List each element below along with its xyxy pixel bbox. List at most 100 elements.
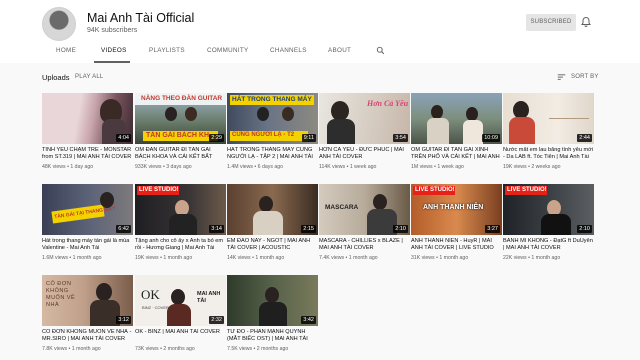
video-duration: 10:09 [482, 134, 500, 142]
video-meta: 22K views • 1 month ago [503, 255, 561, 261]
video-views: 22K views [503, 255, 527, 261]
tab-home[interactable]: HOME [56, 47, 76, 54]
video-thumbnail[interactable]: LIVE STUDIO! 2:10 [503, 184, 594, 235]
video-thumbnail[interactable]: CÔ ĐƠN KHÔNG MUỐN VỀ NHÀ 3:12 [42, 275, 133, 326]
video-card[interactable]: OK BINZ · COVER MAI ANH TÀI 2:32 OK - BI… [135, 275, 226, 360]
subscribed-button[interactable]: SUBSCRIBED [526, 14, 576, 31]
video-card[interactable]: CÔ ĐƠN KHÔNG MUỐN VỀ NHÀ 3:12 CÔ ĐƠN KHÔ… [42, 275, 133, 360]
tab-community[interactable]: COMMUNITY [207, 47, 249, 54]
video-views: 19K views [503, 164, 527, 170]
video-thumbnail[interactable]: NÀNG THEO ĐÀN GUITAR TÁN GÁI BÁCH KH 2:2… [135, 93, 226, 144]
video-duration: 2:10 [577, 225, 592, 233]
video-title[interactable]: BÁNH MÌ KHÔNG - ĐạtG ft DuUyên | MAI ANH… [503, 238, 594, 252]
tab-videos[interactable]: VIDEOS [101, 47, 127, 54]
thumbnail-caption: CÙNG NGƯỜI LẠ - T2 [232, 132, 295, 138]
video-card[interactable]: 2:44 Nước mắt em lau bằng tình yêu mới -… [503, 93, 594, 178]
video-meta: 31K views • 1 month ago [411, 255, 469, 261]
video-age: 1 day ago [70, 164, 94, 170]
video-age: 2 weeks ago [531, 164, 561, 170]
video-meta: 933K views • 3 days ago [135, 164, 192, 170]
video-card[interactable]: NÀNG THEO ĐÀN GUITAR TÁN GÁI BÁCH KH 2:2… [135, 93, 226, 178]
search-icon[interactable] [376, 46, 385, 55]
video-meta: 7.8K views • 1 month ago [42, 346, 101, 352]
video-thumbnail[interactable]: 2:15 [227, 184, 318, 235]
video-title[interactable]: ÔM GUITAR ĐI TÂN GÁI XINH TRÊN PHỐ VÀ CÁ… [411, 147, 502, 161]
sort-icon[interactable] [557, 73, 566, 81]
video-views: 7.8K views [42, 346, 68, 352]
video-thumbnail[interactable]: 4:04 [42, 93, 133, 144]
video-duration: 3:12 [116, 316, 131, 324]
video-views: 1.4M views [227, 164, 253, 170]
video-card[interactable]: 10:09 ÔM GUITAR ĐI TÂN GÁI XINH TRÊN PHỐ… [411, 93, 502, 178]
video-title[interactable]: Tặng anh cho cô ấy x Anh ta bỏ em rồi - … [135, 238, 226, 252]
video-duration: 2:29 [209, 134, 224, 142]
video-thumbnail[interactable]: 3:42 [227, 275, 318, 326]
video-duration: 9:11 [301, 134, 316, 142]
video-title[interactable]: CÔ ĐƠN KHÔNG MUỐN VỀ NHÀ - MR.SIRO | MAI… [42, 329, 133, 343]
video-age: 2 months ago [163, 346, 195, 352]
video-age: 2 months ago [256, 346, 289, 352]
video-card[interactable]: LIVE STUDIO! ANH THANH NIÊN 3:27 ANH THA… [411, 184, 502, 269]
video-views: 73K views [135, 346, 159, 352]
video-card[interactable]: 2:15 EM ĐÃO NAY - NGOT | MAI ANH TÀI COV… [227, 184, 318, 269]
video-title[interactable]: HƠN CẢ YÊU - ĐỨC PHÚC | MAI ANH TÀI COVE… [319, 147, 410, 161]
video-card[interactable]: Hơn Cả Yêu 3:54 HƠN CẢ YÊU - ĐỨC PHÚC | … [319, 93, 410, 178]
tab-channels[interactable]: CHANNELS [270, 47, 307, 54]
video-meta: 1.6M views • 1 month ago [42, 255, 102, 261]
video-title[interactable]: EM ĐÃO NAY - NGOT | MAI ANH TÀI COVER | … [227, 238, 318, 252]
bell-icon[interactable] [580, 16, 592, 28]
video-title[interactable]: ANH THANH NIÊN - HuyR | MAI ANH TÀI COVE… [411, 238, 502, 252]
video-card[interactable]: LIVE STUDIO! 2:10 BÁNH MÌ KHÔNG - ĐạtG f… [503, 184, 594, 269]
video-views: 1M views [411, 164, 433, 170]
video-meta: 19K views • 1 month ago [135, 255, 193, 261]
video-duration: 3:54 [393, 134, 408, 142]
video-thumbnail[interactable]: HÁT TRONG THANG MÁY CÙNG NGƯỜI LẠ - T2 9… [227, 93, 318, 144]
video-thumbnail[interactable]: MASCARA 2:10 [319, 184, 410, 235]
thumbnail-caption: TÁN GÁI BÁCH KH [146, 132, 209, 139]
thumbnail-caption: NÀNG THEO ĐÀN GUITAR [141, 95, 223, 102]
video-meta: 114K views • 1 week ago [319, 164, 377, 170]
video-meta: 73K views • 2 months ago [135, 346, 195, 352]
uploads-label: Uploads [42, 73, 70, 82]
video-card[interactable]: LIVE STUDIO! 3:14 Tặng anh cho cô ấy x A… [135, 184, 226, 269]
channel-avatar[interactable] [42, 7, 76, 41]
video-thumbnail[interactable]: 2:44 [503, 93, 594, 144]
video-card[interactable]: 4:04 TÌNH YÊU CHẬM TRỄ - MONSTAR from ST… [42, 93, 133, 178]
video-views: 19K views [135, 255, 159, 261]
sort-by-button[interactable]: SORT BY [571, 74, 599, 80]
video-meta: 14K views • 1 month ago [227, 255, 285, 261]
video-thumbnail[interactable]: LIVE STUDIO! ANH THANH NIÊN 3:27 [411, 184, 502, 235]
video-title[interactable]: OK - BINZ | MAI ANH TÀI COVER [135, 329, 226, 343]
video-title[interactable]: TỪ ĐÓ - PHAN MẠNH QUỲNH (MẮT BIẾC OST) |… [227, 329, 318, 343]
video-age: 1 month ago [348, 255, 378, 261]
thumbnail-caption: CÔ ĐƠN KHÔNG MUỐN VỀ NHÀ [46, 281, 76, 308]
tab-about[interactable]: ABOUT [328, 47, 351, 54]
video-age: 1 month ago [439, 255, 469, 261]
thumbnail-caption: MASCARA [325, 204, 359, 211]
video-card[interactable]: 3:42 TỪ ĐÓ - PHAN MẠNH QUỲNH (MẮT BIẾC O… [227, 275, 318, 360]
video-thumbnail[interactable]: LIVE STUDIO! 3:14 [135, 184, 226, 235]
video-title[interactable]: Nước mắt em lau bằng tình yêu mới - Da L… [503, 147, 594, 161]
video-thumbnail[interactable]: TÁN GÁI TẠI THANG MÁY 6:42 [42, 184, 133, 235]
video-thumbnail[interactable]: Hơn Cả Yêu 3:54 [319, 93, 410, 144]
video-duration: 2:44 [577, 134, 592, 142]
video-title[interactable]: HÁT TRONG THANG MÁY CÙNG NGƯỜI LẠ - TẬP … [227, 147, 318, 161]
video-thumbnail[interactable]: OK BINZ · COVER MAI ANH TÀI 2:32 [135, 275, 226, 326]
video-title[interactable]: Hát trong thang máy tán gái là mùa Valen… [42, 238, 133, 252]
video-card[interactable]: MASCARA 2:10 MASCARA - CHILLIES x BLAZE … [319, 184, 410, 269]
video-duration: 3:42 [301, 316, 316, 324]
tab-playlists[interactable]: PLAYLISTS [149, 47, 185, 54]
video-card[interactable]: TÁN GÁI TẠI THANG MÁY 6:42 Hát trong tha… [42, 184, 133, 269]
video-title[interactable]: ÔM ĐÀN GUITAR ĐI TÂN GÁI BÁCH KHOA VÀ CÁ… [135, 147, 226, 161]
video-duration: 2:15 [301, 225, 316, 233]
video-title[interactable]: TÌNH YÊU CHẬM TRỄ - MONSTAR from ST.319 … [42, 147, 133, 161]
video-age: 1 week ago [437, 164, 464, 170]
thumbnail-caption: BINZ · COVER [142, 305, 169, 310]
video-title[interactable]: MASCARA - CHILLIES x BLAZE | MAI ANH TÀI… [319, 238, 410, 252]
thumbnail-caption: Hơn Cả Yêu [367, 99, 409, 108]
play-all-button[interactable]: PLAY ALL [75, 74, 103, 80]
video-thumbnail[interactable]: 10:09 [411, 93, 502, 144]
video-card[interactable]: HÁT TRONG THANG MÁY CÙNG NGƯỜI LẠ - T2 9… [227, 93, 318, 178]
video-duration: 3:27 [485, 225, 500, 233]
thumbnail-caption: MAI ANH TÀI [197, 291, 221, 304]
